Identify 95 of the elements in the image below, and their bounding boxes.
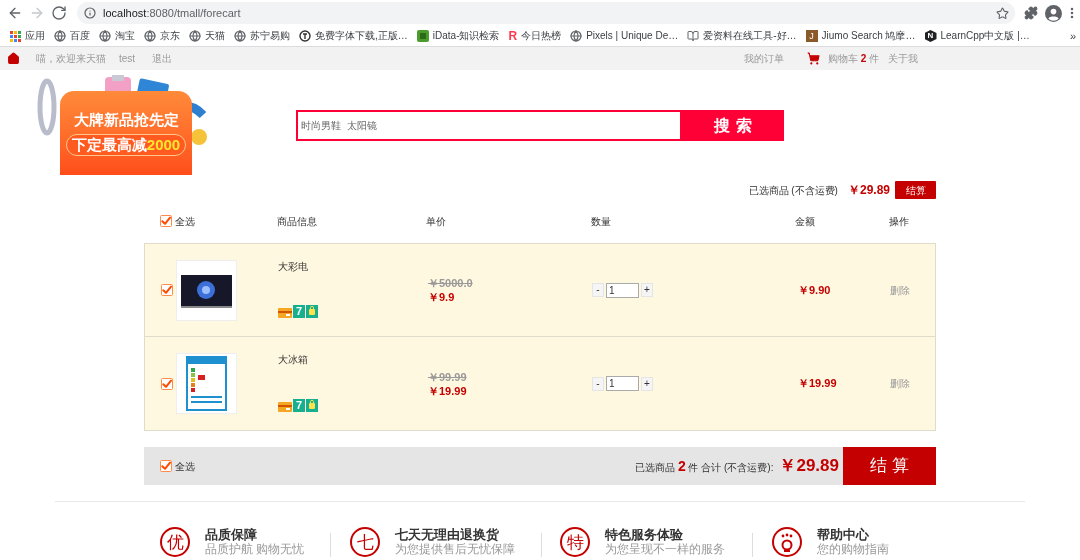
- checkbox[interactable]: [161, 284, 173, 296]
- url-text: localhost:8080/tmall/forecart: [103, 5, 241, 21]
- info-icon[interactable]: [84, 7, 96, 19]
- card-icon: [278, 308, 292, 318]
- hexagon-letter-icon: N: [924, 30, 937, 42]
- promo-offer: 下定最高减2000: [65, 134, 187, 156]
- promo-headline: 大牌新品抢先定: [73, 111, 179, 129]
- decrease-button[interactable]: -: [592, 376, 604, 391]
- increase-button[interactable]: +: [641, 376, 653, 391]
- original-price: ￥5000.0: [428, 276, 473, 290]
- bag-icon: [306, 305, 318, 318]
- quantity-field[interactable]: 1: [606, 376, 639, 391]
- bookmark-link[interactable]: Pixels | Unique De…: [570, 29, 679, 43]
- account-icon[interactable]: [1045, 4, 1062, 22]
- bookmark-link[interactable]: 京东: [144, 29, 180, 43]
- apps-grid-icon: [10, 30, 21, 42]
- more-bookmarks-button[interactable]: »: [1069, 29, 1076, 43]
- number-tile-icon: 7: [293, 399, 305, 412]
- bag-icon: [306, 399, 318, 412]
- service-subtitle: 为您提供售后无忧保障: [395, 542, 515, 557]
- cart-link[interactable]: 购物车 2 件: [827, 51, 879, 66]
- select-all-label: 全选: [175, 459, 195, 474]
- card-icon: [278, 402, 292, 412]
- column-header: 操作: [889, 214, 909, 229]
- address-bar[interactable]: localhost:8080/tmall/forecart: [77, 2, 1015, 24]
- checkbox[interactable]: [161, 377, 173, 390]
- service-title: 品质保障: [205, 527, 258, 542]
- decrease-button[interactable]: -: [592, 283, 604, 297]
- service-emblem: 优: [160, 527, 190, 557]
- bookmark-link[interactable]: N LearnCpp中文版 |…: [924, 29, 1030, 43]
- selected-total: ￥29.89: [847, 182, 890, 199]
- bookmark-link[interactable]: 淘宝: [99, 29, 135, 43]
- globe-icon: [189, 30, 201, 42]
- checkbox[interactable]: [160, 460, 172, 472]
- bookmark-link[interactable]: 天猫: [189, 29, 225, 43]
- unit-price: ￥19.99: [428, 383, 467, 398]
- service-subtitle: 您的购物指南: [817, 542, 889, 557]
- service-subtitle: 为您呈现不一样的服务: [605, 542, 725, 557]
- book-icon: [687, 30, 700, 42]
- globe-icon: [99, 30, 111, 42]
- globe-icon: [234, 30, 246, 42]
- extensions-icon[interactable]: [1024, 6, 1038, 20]
- search-field[interactable]: 时尚男鞋 太阳镜: [296, 110, 682, 141]
- energy-label-photo-placeholder: [176, 353, 237, 414]
- order-total: ￥29.89: [779, 455, 839, 478]
- checkout-button[interactable]: 结算: [843, 447, 936, 485]
- service-subtitle: 品质护航 购物无忧: [205, 542, 305, 557]
- bookmark-link[interactable]: J Jiumo Search 鸠摩…: [805, 29, 916, 43]
- search-button[interactable]: 搜索: [682, 110, 784, 141]
- column-header: 数量: [591, 214, 611, 229]
- service-title: 帮助中心: [817, 527, 870, 542]
- quantity-field[interactable]: 1: [606, 282, 639, 298]
- number-tile-icon: 7: [293, 305, 305, 318]
- column-header: 单价: [426, 214, 446, 229]
- globe-icon: [144, 30, 156, 42]
- letter-icon: R: [508, 30, 518, 42]
- bulb-emblem-icon: [772, 527, 802, 557]
- bookmark-link[interactable]: 爱资料在线工具-好…: [687, 29, 797, 43]
- bookmark-star-icon[interactable]: [996, 6, 1009, 20]
- cart-icon[interactable]: [806, 52, 820, 65]
- reload-icon[interactable]: [51, 5, 67, 21]
- bookmark-link[interactable]: 苏宁易购: [234, 29, 290, 43]
- bookmark-link[interactable]: 免费字体下载,正版…: [299, 29, 408, 43]
- service-title: 七天无理由退换货: [395, 527, 500, 542]
- back-icon[interactable]: [7, 5, 23, 21]
- increase-button[interactable]: +: [641, 283, 653, 297]
- selected-summary: 已选商品 2 件 合计 (不含运费):: [635, 456, 774, 476]
- globe-icon: [54, 30, 66, 42]
- home-icon[interactable]: [7, 52, 20, 65]
- bookmark-link[interactable]: 应用: [10, 29, 45, 43]
- item-amount: ￥19.99: [798, 376, 837, 392]
- tv-photo-placeholder: [176, 259, 237, 321]
- checkout-button[interactable]: 结算: [895, 181, 936, 199]
- column-header: 商品信息: [277, 214, 317, 229]
- service-title: 特色服务体验: [605, 527, 684, 542]
- selected-note: 已选商品 (不含运费): [748, 183, 838, 198]
- user-name: test: [119, 52, 136, 66]
- service-emblem: 特: [560, 527, 590, 557]
- unit-price: ￥9.9: [428, 290, 455, 304]
- round-logo-icon: [299, 30, 311, 42]
- greeting-text: 喵，欢迎来天猫: [36, 52, 106, 66]
- service-emblem: 七: [350, 527, 380, 557]
- checkbox[interactable]: [160, 215, 172, 227]
- original-price: ￥99.99: [428, 369, 467, 384]
- letter-tile-icon: J: [805, 30, 818, 42]
- bookmark-link[interactable]: R 今日热榜: [508, 29, 562, 43]
- globe-icon: [570, 30, 583, 42]
- item-amount: ￥9.90: [798, 282, 831, 298]
- bookmark-link[interactable]: iData-知识检索: [416, 29, 500, 43]
- bookmark-link[interactable]: 百度: [54, 29, 90, 43]
- product-name[interactable]: 大冰箱: [278, 353, 308, 367]
- product-name[interactable]: 大彩电: [278, 260, 308, 274]
- select-all-label: 全选: [175, 214, 195, 229]
- column-header: 金额: [795, 214, 815, 229]
- square-logo-icon: [416, 30, 429, 42]
